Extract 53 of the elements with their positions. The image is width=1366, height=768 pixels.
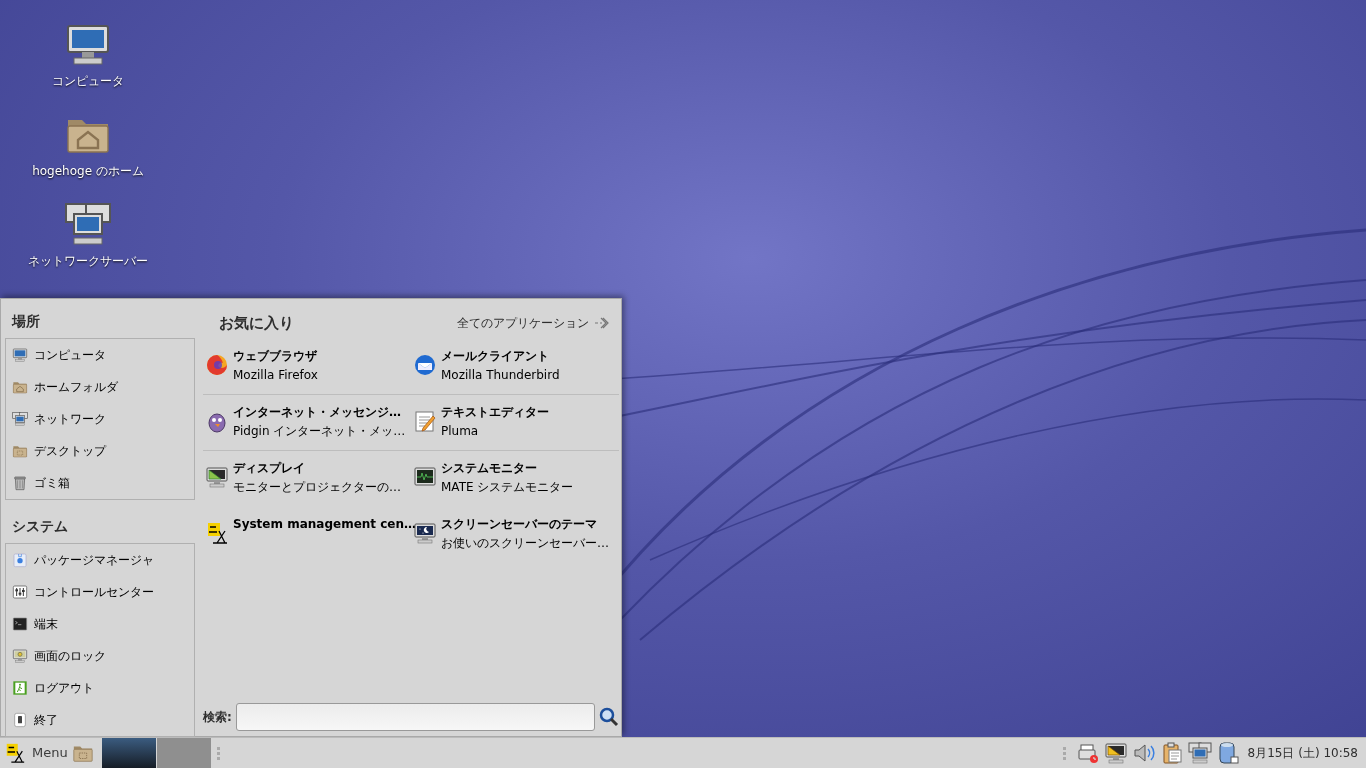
home-folder-icon xyxy=(12,379,28,395)
menu-button[interactable]: Menu xyxy=(0,742,72,764)
network-computers-icon[interactable] xyxy=(1187,741,1212,765)
section-title: 場所 xyxy=(12,312,41,331)
taskbar-window-button[interactable] xyxy=(101,738,156,768)
screensaver-monitor-icon xyxy=(413,521,437,545)
computer-icon xyxy=(12,347,28,363)
favorite-app-item[interactable]: テキストエディター Pluma xyxy=(411,395,619,450)
network-computers-icon xyxy=(12,411,28,427)
alt-logo-icon xyxy=(205,521,229,545)
menu-item[interactable]: 終了 xyxy=(6,704,194,736)
favorite-app-item[interactable]: システムモニター MATE システムモニター xyxy=(411,451,619,507)
search-label: 検索: xyxy=(203,709,232,726)
display-ruler-icon[interactable] xyxy=(1103,741,1128,765)
desktop-icon-label[interactable]: hogehoge のホーム xyxy=(32,162,144,180)
favorite-app-item[interactable]: ディスプレイ モニターとプロジェクターの… xyxy=(203,451,411,507)
section-title: お気に入り xyxy=(219,312,294,334)
favorite-app-item[interactable]: メールクライアント Mozilla Thunderbird xyxy=(411,339,619,394)
alt-logo-icon xyxy=(4,742,26,764)
search-field[interactable] xyxy=(235,703,595,731)
desktop-folder-icon xyxy=(12,443,28,459)
all-applications-link[interactable]: 全てのアプリケーション xyxy=(457,314,609,332)
section-title: システム xyxy=(12,517,69,536)
display-ruler-icon xyxy=(205,465,229,489)
printer-icon[interactable] xyxy=(1075,741,1100,765)
chevron-right-icon xyxy=(593,316,609,330)
lock-screen-icon xyxy=(12,648,28,664)
menu-item[interactable]: コントロールセンター xyxy=(6,576,194,608)
search-icon[interactable] xyxy=(599,707,619,727)
menu-item[interactable]: 端末 xyxy=(6,608,194,640)
activity-monitor-icon xyxy=(413,465,437,489)
trash-icon xyxy=(12,475,28,491)
exit-icon xyxy=(12,680,28,696)
menu-item[interactable]: コンピュータ xyxy=(6,339,194,371)
clock[interactable]: 8月15日 (土) 10:58 xyxy=(1247,744,1358,762)
desktop-icon-label[interactable]: コンピュータ xyxy=(52,72,124,90)
sliders-icon xyxy=(12,584,28,600)
menu-item[interactable]: 画面のロック xyxy=(6,640,194,672)
menu-item[interactable]: ログアウト xyxy=(6,672,194,704)
fox-globe-icon xyxy=(205,353,229,377)
favorite-app-item[interactable]: インターネット・メッセンジ… Pidgin インターネット・メッ… xyxy=(203,395,411,450)
network-computers-icon[interactable] xyxy=(64,200,112,248)
menu-item[interactable]: デスクトップ xyxy=(6,435,194,467)
menu-item[interactable]: ネットワーク xyxy=(6,403,194,435)
menu-item[interactable]: ホームフォルダ xyxy=(6,371,194,403)
terminal-icon xyxy=(12,616,28,632)
desktop-icon-label[interactable]: ネットワークサーバー xyxy=(28,252,148,270)
favorite-app-item[interactable]: ウェブブラウザ Mozilla Firefox xyxy=(203,339,411,394)
menu-item[interactable]: ゴミ箱 xyxy=(6,467,194,499)
menu-item[interactable]: パッケージマネージャ xyxy=(6,544,194,576)
notepad-pencil-icon xyxy=(413,409,437,433)
power-button-icon xyxy=(12,712,28,728)
package-icon xyxy=(12,552,28,568)
